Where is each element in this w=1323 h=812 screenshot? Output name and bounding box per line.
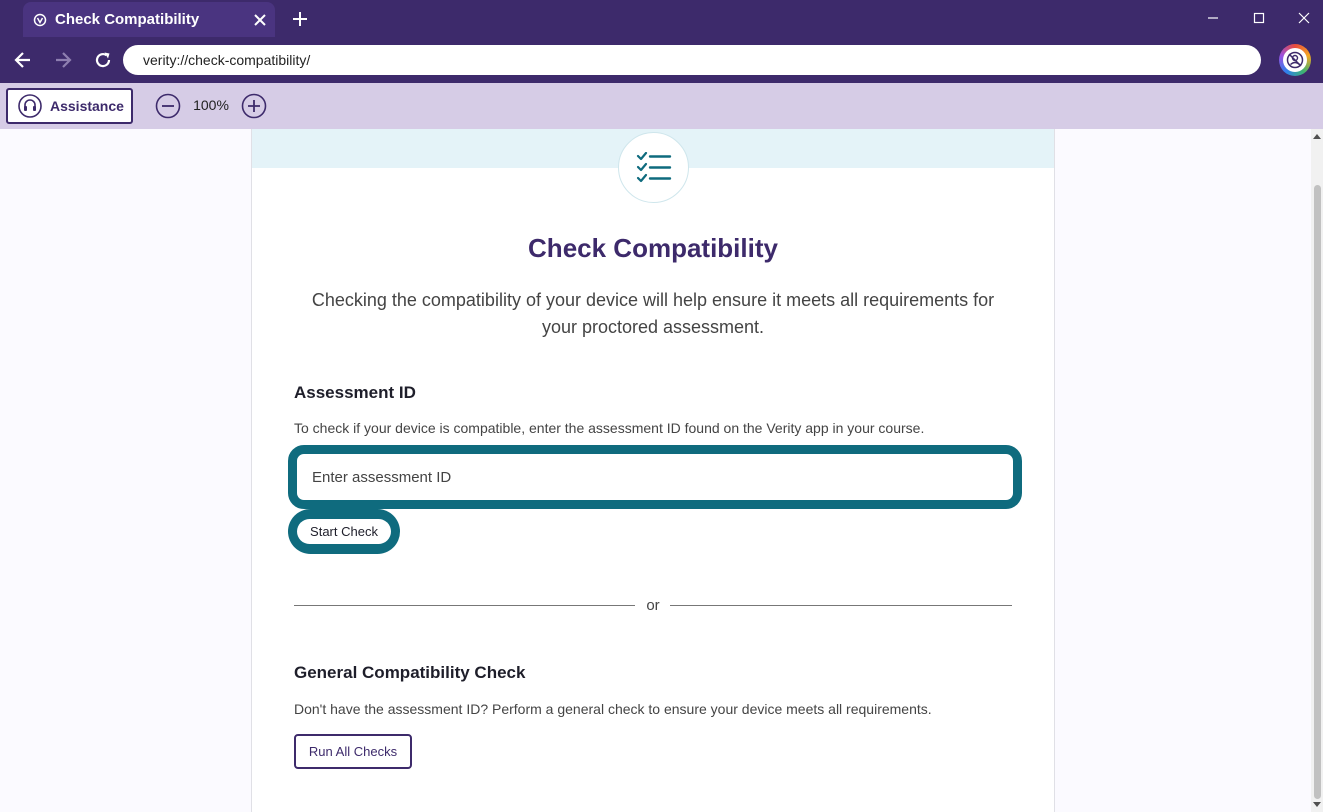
general-check-description: Don't have the assessment ID? Perform a …	[294, 701, 932, 717]
zoom-level: 100%	[193, 97, 229, 113]
title-bar: Check Compatibility	[0, 0, 1323, 37]
assistance-button[interactable]: Assistance	[6, 88, 133, 124]
assistance-toolbar: Assistance 100%	[0, 83, 1323, 129]
browser-tab[interactable]: Check Compatibility	[23, 2, 275, 37]
assessment-id-heading: Assessment ID	[294, 383, 416, 402]
checklist-icon	[618, 132, 689, 203]
back-arrow-icon[interactable]	[9, 46, 37, 74]
address-bar[interactable]: verity://check-compatibility/	[123, 45, 1261, 75]
scroll-down-arrow-icon[interactable]	[1313, 802, 1321, 807]
assessment-id-focus-ring	[288, 445, 1022, 509]
scroll-up-arrow-icon[interactable]	[1313, 134, 1321, 139]
close-window-icon[interactable]	[1281, 4, 1323, 32]
scrollbar-thumb[interactable]	[1314, 185, 1321, 799]
start-check-button[interactable]: Start Check	[297, 519, 391, 544]
page-scrollbar[interactable]	[1311, 129, 1323, 812]
compatibility-card: Check Compatibility Checking the compati…	[251, 129, 1055, 812]
start-check-focus-ring: Start Check	[288, 509, 400, 554]
tab-title: Check Compatibility	[55, 11, 200, 28]
divider-or-text: or	[646, 597, 660, 614]
assessment-id-description: To check if your device is compatible, e…	[294, 420, 925, 436]
run-all-checks-button[interactable]: Run All Checks	[294, 734, 412, 769]
general-check-heading: General Compatibility Check	[294, 663, 526, 682]
verity-favicon-icon	[33, 13, 47, 27]
navigation-bar: verity://check-compatibility/	[0, 37, 1323, 83]
intro-line-1: Checking the compatibility of your devic…	[311, 290, 995, 310]
headset-icon	[18, 94, 42, 118]
divider-left	[294, 605, 635, 606]
new-tab-icon[interactable]	[287, 6, 313, 32]
zoom-out-icon[interactable]	[155, 93, 181, 119]
minimize-icon[interactable]	[1190, 4, 1236, 32]
profile-avatar-icon[interactable]	[1279, 44, 1311, 76]
maximize-icon[interactable]	[1236, 4, 1282, 32]
assistance-label: Assistance	[50, 98, 124, 114]
intro-text: Checking the compatibility of your devic…	[302, 287, 1004, 341]
page-title: Check Compatibility	[528, 233, 778, 263]
reload-icon[interactable]	[89, 46, 117, 74]
close-tab-icon[interactable]	[245, 5, 275, 35]
zoom-in-icon[interactable]	[241, 93, 267, 119]
divider-right	[670, 605, 1012, 606]
assessment-id-input[interactable]	[300, 457, 1010, 497]
forward-arrow-icon[interactable]	[49, 46, 77, 74]
intro-line-2: your proctored assessment.	[541, 317, 765, 337]
